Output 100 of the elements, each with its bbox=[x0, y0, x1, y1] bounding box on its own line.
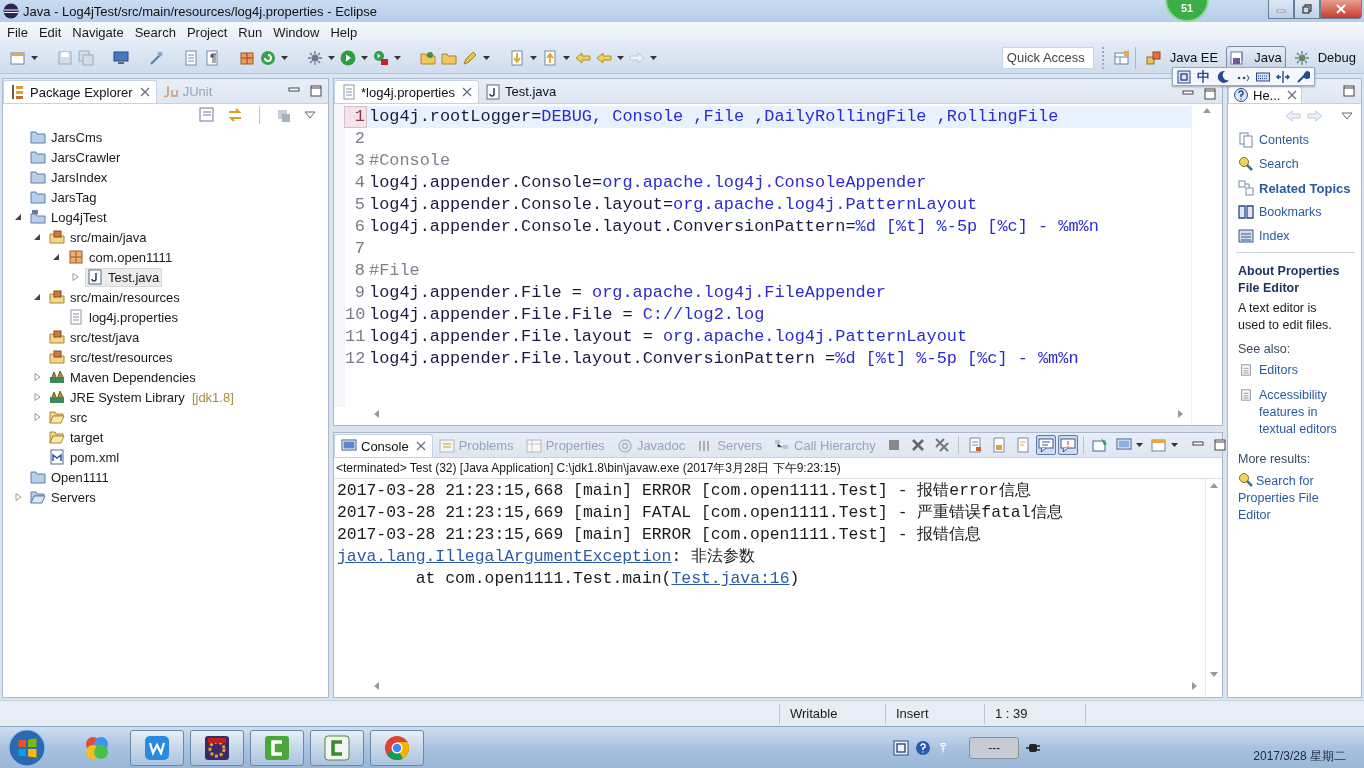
view-tab[interactable]: He... bbox=[1228, 86, 1303, 103]
maximize-icon[interactable] bbox=[310, 85, 322, 97]
lock-document-icon[interactable] bbox=[990, 437, 1007, 453]
tree-item[interactable]: src/test/resources bbox=[47, 347, 176, 367]
tree-item[interactable]: src/main/resources bbox=[47, 287, 183, 307]
close-icon[interactable] bbox=[1287, 90, 1298, 100]
caret-icon[interactable] bbox=[1170, 443, 1178, 447]
close-icon[interactable] bbox=[139, 87, 150, 97]
tree-item[interactable]: log4j.properties bbox=[66, 307, 181, 327]
caret-icon[interactable] bbox=[650, 55, 657, 60]
start-orb-icon[interactable] bbox=[8, 728, 46, 767]
caret-icon[interactable] bbox=[483, 55, 490, 60]
tree-item[interactable]: Log4jTest bbox=[28, 207, 110, 227]
remove-icon[interactable] bbox=[909, 437, 926, 453]
collapsed-arrow-icon[interactable] bbox=[33, 373, 41, 381]
restore-button[interactable] bbox=[1294, 0, 1320, 19]
expanded-arrow-icon[interactable] bbox=[33, 233, 41, 241]
tree-item[interactable]: JarsIndex bbox=[28, 167, 111, 187]
menu-item[interactable]: Window bbox=[268, 24, 325, 40]
wand-icon[interactable] bbox=[148, 49, 164, 66]
menu-item[interactable]: Navigate bbox=[67, 24, 129, 40]
bug-icon[interactable] bbox=[307, 49, 323, 66]
stacked-boxes-icon[interactable] bbox=[276, 107, 292, 123]
window-flag-icon[interactable] bbox=[1091, 437, 1108, 453]
clear-console-icon[interactable] bbox=[966, 437, 983, 453]
help-icon[interactable] bbox=[915, 739, 932, 756]
window-square-icon[interactable] bbox=[1177, 69, 1191, 84]
scroll-left-icon[interactable] bbox=[374, 410, 380, 418]
scroll-left-icon[interactable] bbox=[374, 682, 380, 690]
folder-icon[interactable] bbox=[420, 49, 436, 66]
package-icon[interactable] bbox=[239, 49, 255, 66]
scroll-right-icon[interactable] bbox=[1177, 410, 1183, 418]
tree-item[interactable]: src/test/java bbox=[47, 327, 143, 347]
close-icon[interactable] bbox=[461, 87, 472, 97]
help-topic-link[interactable]: Editors bbox=[1259, 362, 1298, 379]
menu-item[interactable]: Run bbox=[233, 24, 268, 40]
wrap-document-icon[interactable] bbox=[1014, 437, 1031, 453]
play-toolbox-icon[interactable] bbox=[373, 49, 389, 66]
tree-item[interactable]: Test.java bbox=[85, 267, 163, 287]
new-window-icon[interactable] bbox=[10, 49, 26, 66]
maximize-icon[interactable] bbox=[1204, 88, 1216, 100]
scroll-up-icon[interactable] bbox=[1210, 483, 1218, 489]
caret-icon[interactable] bbox=[281, 55, 288, 60]
perspective-button[interactable]: Debug bbox=[1289, 45, 1360, 70]
editor-tab[interactable]: Test.java bbox=[478, 80, 563, 103]
tree-item[interactable]: pom.xml bbox=[47, 447, 123, 467]
tree-item[interactable]: JRE System Library bbox=[47, 387, 188, 407]
tree-item[interactable]: src/main/java bbox=[47, 227, 150, 247]
tree-item[interactable]: target bbox=[47, 427, 107, 447]
tree-item[interactable]: JarsTag bbox=[28, 187, 100, 207]
collapsed-arrow-icon[interactable] bbox=[71, 273, 79, 281]
menu-item[interactable]: File bbox=[2, 24, 33, 40]
help-topic-link[interactable]: Accessibility features in textual editors bbox=[1259, 387, 1347, 438]
tray-indicator-box[interactable]: --- bbox=[969, 736, 1020, 759]
expanded-arrow-icon[interactable] bbox=[33, 293, 41, 301]
maximize-icon[interactable] bbox=[1213, 439, 1226, 451]
moon-icon[interactable] bbox=[1216, 69, 1230, 84]
menu-item[interactable]: Project bbox=[181, 24, 233, 40]
caret-icon[interactable] bbox=[530, 55, 537, 60]
taskbar-app-button[interactable] bbox=[190, 729, 244, 766]
keyboard-icon[interactable] bbox=[1256, 69, 1270, 84]
refresh-icon[interactable] bbox=[260, 49, 276, 66]
tree-item[interactable]: Servers bbox=[28, 487, 99, 507]
scroll-down-icon[interactable] bbox=[1210, 671, 1218, 677]
scroll-right-icon[interactable] bbox=[1191, 682, 1197, 690]
window-square-icon[interactable] bbox=[893, 739, 910, 756]
quick-access-field[interactable]: Quick Access bbox=[1001, 46, 1094, 69]
wrench-icon[interactable] bbox=[1296, 69, 1310, 84]
caret-icon[interactable] bbox=[31, 55, 38, 60]
paragraph-icon[interactable] bbox=[204, 49, 220, 66]
tree-item[interactable]: com.open1111 bbox=[66, 247, 176, 267]
editor-tab[interactable]: *log4j.properties bbox=[334, 80, 479, 103]
scroll-up-icon[interactable] bbox=[1203, 108, 1211, 114]
perspective-button[interactable]: Java EE bbox=[1141, 45, 1223, 70]
view-menu-icon[interactable] bbox=[304, 109, 316, 121]
menu-item[interactable]: Edit bbox=[33, 24, 67, 40]
document-list-icon[interactable] bbox=[183, 49, 199, 66]
help-nav-link[interactable]: Search bbox=[1259, 157, 1299, 171]
caret-icon[interactable] bbox=[361, 55, 368, 60]
caret-icon[interactable] bbox=[563, 55, 570, 60]
caret-icon[interactable] bbox=[617, 55, 624, 60]
back-arrow-icon[interactable] bbox=[596, 49, 612, 66]
menu-item[interactable]: Search bbox=[129, 24, 181, 40]
caret-icon[interactable] bbox=[1135, 443, 1143, 447]
collapsed-arrow-icon[interactable] bbox=[33, 413, 41, 421]
help-nav-link[interactable]: Bookmarks bbox=[1259, 205, 1322, 219]
arrow-up-document-icon[interactable] bbox=[542, 49, 558, 66]
link-arrows-icon[interactable] bbox=[227, 107, 243, 123]
help-nav-link[interactable]: Contents bbox=[1259, 133, 1310, 147]
view-tab[interactable]: Console bbox=[334, 434, 433, 457]
maximize-icon[interactable] bbox=[1343, 85, 1355, 97]
stack-trace-link[interactable]: Test.java:16 bbox=[671, 569, 790, 588]
pencil-icon[interactable] bbox=[462, 49, 478, 66]
caret-icon[interactable] bbox=[394, 55, 401, 60]
tree-item[interactable]: JarsCrawler bbox=[28, 147, 124, 167]
toggle-button[interactable] bbox=[1057, 435, 1078, 455]
monitor-icon[interactable] bbox=[113, 49, 129, 66]
toggle-button[interactable] bbox=[1035, 435, 1056, 455]
view-tab[interactable]: Package Explorer bbox=[3, 80, 157, 103]
minimize-button[interactable] bbox=[1268, 0, 1294, 19]
